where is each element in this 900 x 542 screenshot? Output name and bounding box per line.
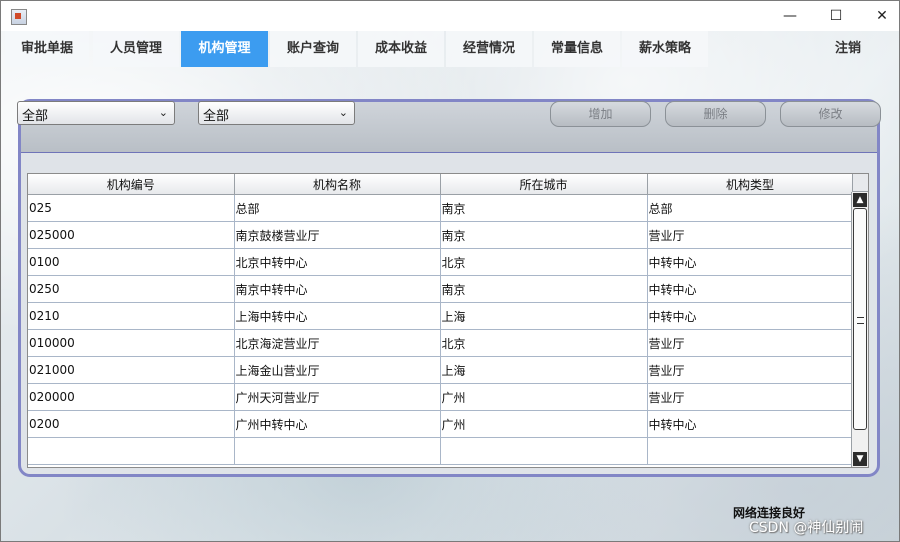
column-header[interactable]: 机构类型 — [647, 174, 854, 195]
table-cell: 广州中转中心 — [234, 410, 441, 438]
table-cell: 营业厅 — [647, 221, 854, 249]
chevron-down-icon: ⌄ — [338, 106, 348, 119]
tab-salary[interactable]: 薪水策略 — [622, 31, 708, 67]
table-header-corner — [852, 174, 868, 192]
table-cell: 021000 — [28, 356, 235, 384]
table-cell: 中转中心 — [647, 302, 854, 330]
toolbar-divider — [21, 152, 877, 153]
tab-constants[interactable]: 常量信息 — [534, 31, 620, 67]
table-cell: 中转中心 — [647, 275, 854, 303]
tab-approval[interactable]: 审批单据 — [5, 31, 89, 67]
tab-operation[interactable]: 经营情况 — [446, 31, 532, 67]
table-cell: 0100 — [28, 248, 235, 276]
grip-icon — [857, 317, 864, 324]
table-cell: 营业厅 — [647, 383, 854, 411]
java-app-icon — [11, 9, 27, 25]
table-cell — [647, 437, 854, 465]
table-row[interactable]: 025 总部 南京 总部 — [28, 194, 854, 222]
table-row[interactable]: 0250 南京中转中心 南京 中转中心 — [28, 275, 854, 303]
table-cell: 营业厅 — [647, 356, 854, 384]
table-cell: 广州 — [440, 410, 648, 438]
table-row[interactable]: 0210 上海中转中心 上海 中转中心 — [28, 302, 854, 330]
table-cell: 北京 — [440, 248, 648, 276]
table-cell: 010000 — [28, 329, 235, 357]
table-header-row: 机构编号 机构名称 所在城市 机构类型 — [28, 174, 854, 195]
table-cell — [440, 437, 648, 465]
modify-button[interactable]: 修改 — [780, 101, 881, 127]
table-cell: 北京海淀营业厅 — [234, 329, 441, 357]
table-cell: 广州天河营业厅 — [234, 383, 441, 411]
table-cell: 南京 — [440, 194, 648, 222]
table-cell: 南京 — [440, 221, 648, 249]
delete-button[interactable]: 删除 — [665, 101, 766, 127]
table-cell — [28, 437, 235, 465]
table-row[interactable]: 025000 南京鼓楼营业厅 南京 营业厅 — [28, 221, 854, 249]
table-cell: 中转中心 — [647, 248, 854, 276]
filter-combo-1[interactable]: 全部 ⌄ — [17, 101, 175, 125]
table-cell: 上海金山营业厅 — [234, 356, 441, 384]
table-row[interactable]: 0100 北京中转中心 北京 中转中心 — [28, 248, 854, 276]
institution-table: 机构编号 机构名称 所在城市 机构类型 025 总部 南京 总部 025000 … — [27, 173, 869, 468]
column-header[interactable]: 机构名称 — [234, 174, 441, 195]
table-cell: 广州 — [440, 383, 648, 411]
table-cell: 南京 — [440, 275, 648, 303]
csdn-watermark: CSDN @神仙别闹 — [749, 520, 864, 536]
table-cell: 南京鼓楼营业厅 — [234, 221, 441, 249]
table-cell: 总部 — [234, 194, 441, 222]
chevron-down-icon: ⌄ — [158, 106, 168, 119]
table-row[interactable]: 020000 广州天河营业厅 广州 营业厅 — [28, 383, 854, 411]
column-header[interactable]: 机构编号 — [28, 174, 235, 195]
table-cell: 0210 — [28, 302, 235, 330]
add-button[interactable]: 增加 — [550, 101, 651, 127]
title-bar: — ☐ ✕ — [1, 1, 899, 31]
app-window: — ☐ ✕ 审批单据 人员管理 机构管理 账户查询 成本收益 经营情况 常量信息… — [0, 0, 900, 542]
table-row[interactable]: 010000 北京海淀营业厅 北京 营业厅 — [28, 329, 854, 357]
table-cell — [234, 437, 441, 465]
table-cell: 025 — [28, 194, 235, 222]
filter-combo-1-value: 全部 — [22, 109, 49, 124]
table-row[interactable]: 021000 上海金山营业厅 上海 营业厅 — [28, 356, 854, 384]
logout-button[interactable]: 注销 — [809, 31, 887, 67]
filter-combo-2-value: 全部 — [203, 109, 230, 124]
minimize-button[interactable]: — — [767, 1, 813, 31]
scroll-down-icon[interactable]: ▼ — [853, 452, 867, 466]
scroll-up-icon[interactable]: ▲ — [853, 193, 867, 207]
table-vertical-scrollbar[interactable]: ▲ ▼ — [851, 192, 868, 467]
table-row[interactable] — [28, 437, 854, 465]
table-cell: 北京 — [440, 329, 648, 357]
scroll-thumb[interactable] — [853, 208, 867, 430]
tab-account-query[interactable]: 账户查询 — [270, 31, 356, 67]
column-header[interactable]: 所在城市 — [440, 174, 648, 195]
tab-personnel[interactable]: 人员管理 — [93, 31, 179, 67]
table-cell: 025000 — [28, 221, 235, 249]
table-cell: 020000 — [28, 383, 235, 411]
table-cell: 上海 — [440, 356, 648, 384]
tab-cost-income[interactable]: 成本收益 — [358, 31, 444, 67]
main-nav: 审批单据 人员管理 机构管理 账户查询 成本收益 经营情况 常量信息 薪水策略 … — [1, 31, 899, 67]
table-cell: 北京中转中心 — [234, 248, 441, 276]
close-button[interactable]: ✕ — [859, 1, 899, 31]
filter-combo-2[interactable]: 全部 ⌄ — [198, 101, 355, 125]
table-row[interactable]: 0200 广州中转中心 广州 中转中心 — [28, 410, 854, 438]
table-cell: 上海中转中心 — [234, 302, 441, 330]
table-cell: 总部 — [647, 194, 854, 222]
maximize-button[interactable]: ☐ — [813, 1, 859, 31]
table-cell: 上海 — [440, 302, 648, 330]
tab-institution[interactable]: 机构管理 — [181, 31, 268, 67]
table-cell: 南京中转中心 — [234, 275, 441, 303]
table-cell: 中转中心 — [647, 410, 854, 438]
table-cell: 0250 — [28, 275, 235, 303]
table-cell: 营业厅 — [647, 329, 854, 357]
table-cell: 0200 — [28, 410, 235, 438]
